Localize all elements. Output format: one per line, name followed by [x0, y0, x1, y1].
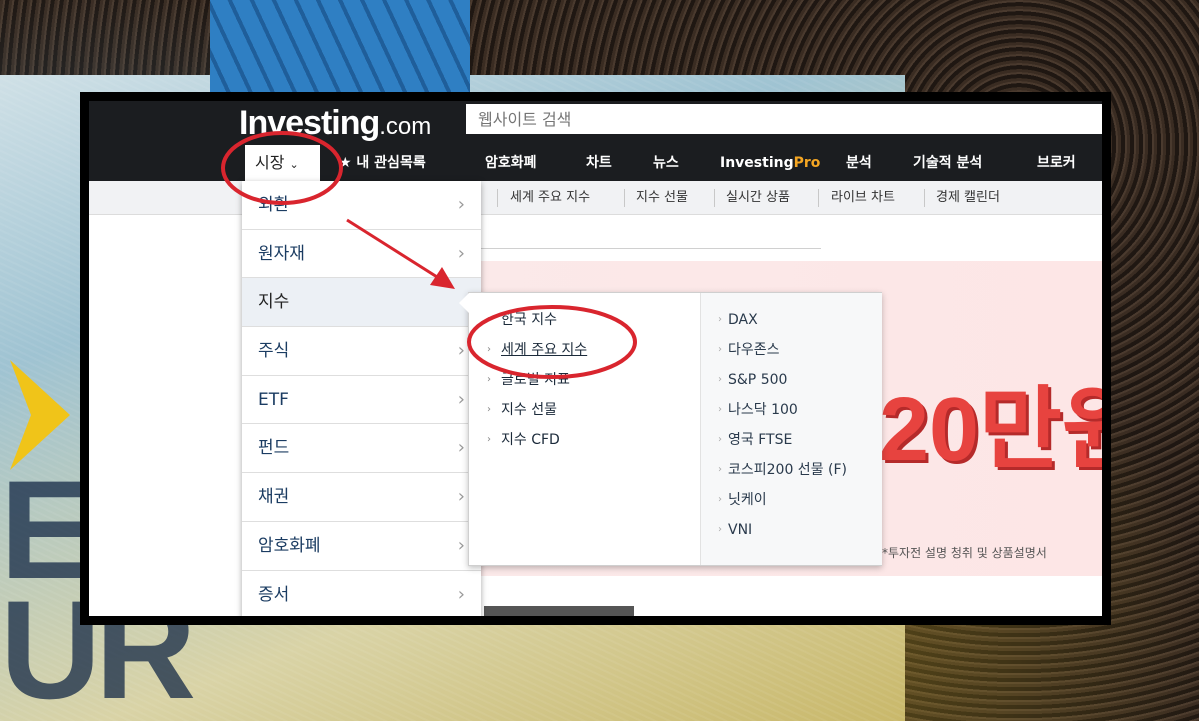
folded-note-background [210, 0, 470, 95]
bullet-icon: › [718, 434, 722, 445]
bullet-icon: › [718, 404, 722, 415]
menu-item-certificates[interactable]: 증서 › [242, 571, 481, 617]
subnav-divider [497, 189, 498, 207]
nav-investing-pro[interactable]: InvestingPro [720, 145, 820, 181]
flyout-item-kospi200-futures[interactable]: › 코스피200 선물 (F) [701, 455, 882, 485]
nav-analysis[interactable]: 분석 [846, 145, 872, 181]
chevron-right-icon: › [457, 194, 465, 215]
nav-watchlist[interactable]: ★ 내 관심목록 [339, 145, 426, 181]
flyout-item-sp500[interactable]: › S&P 500 [701, 365, 882, 395]
flyout-item-nasdaq100[interactable]: › 나스닥 100 [701, 395, 882, 425]
flyout-item-index-futures[interactable]: › 지수 선물 [469, 395, 700, 425]
menu-item-commodities[interactable]: 원자재 › [242, 230, 481, 279]
flyout-item-dow-jones[interactable]: › 다우존스 [701, 335, 882, 365]
nav-news[interactable]: 뉴스 [653, 145, 679, 181]
search-input[interactable] [466, 104, 1102, 134]
content-divider [481, 248, 821, 249]
bullet-icon: › [718, 524, 722, 535]
flyout-item-global-indicators[interactable]: › 글로벌 지표 [469, 365, 700, 395]
subnav-live-charts[interactable]: 라이브 차트 [831, 181, 895, 215]
flyout-item-nikkei[interactable]: › 닛케이 [701, 485, 882, 515]
top-header: Investing.com 시장 ⌄ ★ 내 관심목록 암호화폐 차트 뉴스 I… [89, 101, 1102, 181]
chevron-right-icon: › [457, 486, 465, 508]
subnav-economic-calendar[interactable]: 경제 캘린더 [936, 181, 1000, 215]
menu-item-crypto[interactable]: 암호화폐 › [242, 522, 481, 571]
flyout-item-vni[interactable]: › VNI [701, 515, 882, 545]
menu-item-stocks[interactable]: 주식 › [242, 327, 481, 376]
bullet-icon: › [718, 344, 722, 355]
logo-main: Investing [239, 104, 380, 142]
main-nav: 시장 ⌄ ★ 내 관심목록 암호화폐 차트 뉴스 InvestingPro 분석… [89, 145, 1102, 181]
bullet-icon: › [487, 434, 491, 445]
nav-brokers[interactable]: 브로커 [1037, 145, 1076, 181]
subnav-realtime-commodities[interactable]: 실시간 상품 [726, 181, 790, 215]
banner-headline: 20만원 [879, 380, 1102, 480]
flyout-item-index-cfd[interactable]: › 지수 CFD [469, 425, 700, 455]
chevron-right-icon: › [457, 583, 465, 605]
subnav-index-futures[interactable]: 지수 선물 [636, 181, 688, 215]
bullet-icon: › [718, 464, 722, 475]
subnav-divider [714, 189, 715, 207]
subnav-divider [924, 189, 925, 207]
subnav-world-indices[interactable]: 세계 주요 지수 [510, 181, 590, 215]
bullet-icon: › [487, 404, 491, 415]
chevron-right-icon: › [457, 242, 465, 264]
banner-disclaimer: *투자전 설명 청취 및 상품설명서 [882, 546, 1047, 560]
browser-screen: Investing.com 시장 ⌄ ★ 내 관심목록 암호화폐 차트 뉴스 I… [89, 101, 1102, 616]
bullet-icon: › [487, 344, 491, 355]
bullet-icon: › [718, 374, 722, 385]
markets-dropdown: 외환 › 원자재 › 지수 주식 › ETF › 펀드 › 채권 › 암호화폐 › 증서 › [242, 181, 481, 616]
flyout-item-dax[interactable]: › DAX [701, 305, 882, 335]
article-thumbnail[interactable] [484, 606, 634, 616]
site-logo[interactable]: Investing.com [239, 103, 431, 147]
chevron-right-icon: › [457, 340, 465, 362]
chevron-right-icon: › [457, 437, 465, 459]
indices-flyout: › 한국 지수 › 세계 주요 지수 › 글로벌 지표 › 지수 선물 › 지수 CFD … [459, 292, 882, 566]
logo-suffix: .com [379, 113, 432, 140]
flyout-item-world-indices[interactable]: › 세계 주요 지수 [469, 335, 700, 365]
chevron-right-icon: › [457, 388, 465, 410]
nav-technical[interactable]: 기술적 분석 [913, 145, 982, 181]
chevron-down-icon: ⌄ [289, 158, 299, 171]
subnav-divider [624, 189, 625, 207]
sub-nav: 세계 주요 지수 지수 선물 실시간 상품 라이브 차트 경제 캘린더 [89, 181, 1102, 215]
flyout-caret [459, 293, 469, 313]
flyout-item-korea-indices[interactable]: › 한국 지수 [469, 305, 700, 335]
bullet-icon: › [487, 314, 491, 325]
nav-crypto[interactable]: 암호화폐 [485, 145, 537, 181]
bullet-icon: › [718, 494, 722, 505]
bullet-icon: › [487, 374, 491, 385]
nav-charts[interactable]: 차트 [586, 145, 612, 181]
flyout-item-ftse[interactable]: › 영국 FTSE [701, 425, 882, 455]
menu-item-etf[interactable]: ETF › [242, 376, 481, 425]
menu-item-bonds[interactable]: 채권 › [242, 473, 481, 522]
flyout-categories: › 한국 지수 › 세계 주요 지수 › 글로벌 지표 › 지수 선물 › 지수 CFD [469, 305, 700, 455]
menu-item-forex[interactable]: 외환 › [242, 181, 481, 230]
nav-markets[interactable]: 시장 ⌄ [245, 145, 320, 181]
menu-item-funds[interactable]: 펀드 › [242, 424, 481, 474]
bullet-icon: › [718, 314, 722, 325]
menu-item-indices[interactable]: 지수 [242, 278, 481, 328]
subnav-divider [818, 189, 819, 207]
screenshot-frame: Investing.com 시장 ⌄ ★ 내 관심목록 암호화폐 차트 뉴스 I… [80, 92, 1111, 625]
chevron-right-icon: › [457, 534, 465, 556]
flyout-popular-indices: › DAX › 다우존스 › S&P 500 › 나스닥 100 › 영국 FTSE › 코… [700, 293, 882, 565]
